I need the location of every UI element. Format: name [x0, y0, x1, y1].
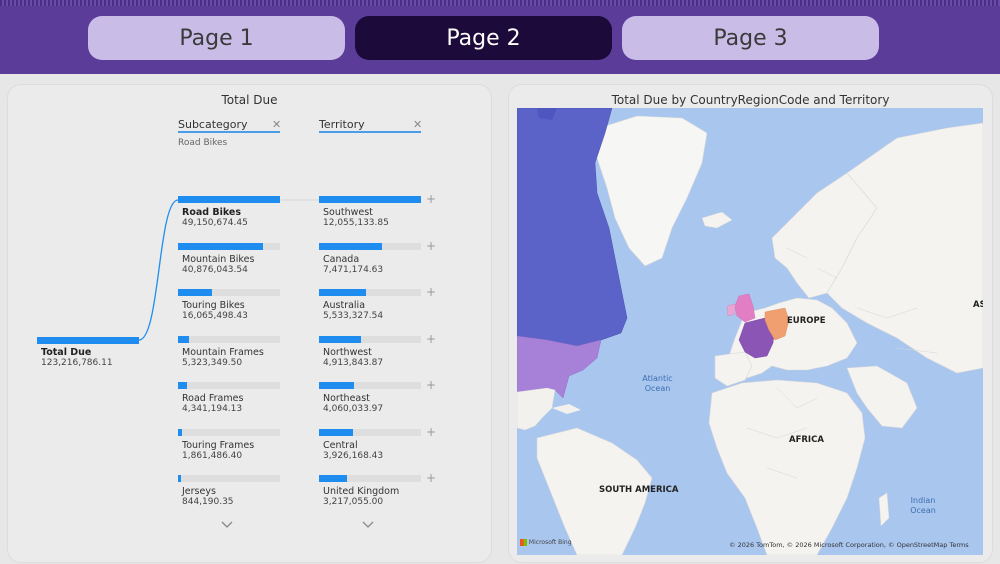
node-value: 4,913,843.87 — [323, 357, 384, 368]
node-bar-fill — [178, 428, 182, 436]
node-bar[interactable] — [178, 196, 280, 203]
root-value: 123,216,786.11 — [41, 358, 113, 368]
node-bar-fill — [178, 335, 189, 343]
node-value: 3,217,055.00 — [323, 497, 384, 507]
node-bar[interactable] — [319, 335, 421, 343]
node-value: 5,323,349.50 — [182, 357, 243, 368]
map-geography — [517, 108, 983, 555]
node-value: 16,065,498.43 — [182, 311, 248, 321]
node-bar[interactable] — [178, 335, 280, 343]
map-label-europe: EUROPE — [787, 316, 826, 326]
node-bar-fill — [319, 196, 421, 203]
node-bar-fill — [178, 382, 187, 389]
map-attribution[interactable]: © 2026 TomTom, © 2026 Microsoft Corporat… — [729, 541, 969, 549]
node-bar-fill — [178, 475, 181, 482]
node-bar[interactable] — [319, 475, 421, 482]
node-bar[interactable] — [319, 289, 421, 296]
node-value: 3,926,168.43 — [323, 450, 384, 461]
map-canvas[interactable]: EUROPE AFRICA SOUTH AMERICA AS Atlantic … — [517, 108, 983, 555]
map-label-asia: AS — [973, 300, 983, 310]
expand-plus-icon[interactable]: + — [426, 426, 436, 438]
expand-plus-icon[interactable]: + — [426, 472, 436, 484]
node-bar[interactable] — [178, 242, 280, 250]
node-value: 7,471,174.63 — [323, 264, 384, 275]
map-label-indian: Indian Ocean — [910, 496, 936, 515]
node-label: Australia — [323, 300, 366, 311]
node-label: Central — [323, 439, 358, 451]
node-bar[interactable] — [178, 289, 280, 296]
node-bar[interactable] — [319, 196, 421, 203]
node-bar[interactable] — [178, 382, 280, 389]
node-label: Touring Frames — [182, 439, 255, 451]
node-value: 4,341,194.13 — [182, 404, 243, 414]
node-label: Canada — [323, 253, 360, 265]
node-value: 1,861,486.40 — [182, 450, 243, 461]
map-label-south-america: SOUTH AMERICA — [599, 485, 679, 495]
node-label: Jerseys — [182, 486, 216, 497]
node-bar[interactable] — [178, 475, 280, 482]
node-bar-fill — [319, 289, 366, 296]
map-label-atlantic: Atlantic Ocean — [642, 374, 673, 393]
node-bar-fill — [319, 335, 361, 343]
node-bar-fill — [319, 242, 382, 250]
node-bar-fill — [178, 242, 263, 250]
node-bar[interactable] — [178, 428, 280, 436]
node-label: United Kingdom — [323, 486, 400, 497]
expand-plus-icon[interactable]: + — [426, 286, 436, 298]
node-bar[interactable] — [319, 242, 421, 250]
node-bar-fill — [178, 196, 280, 203]
node-label: Road Bikes — [182, 207, 242, 218]
node-label: Mountain Frames — [182, 346, 264, 358]
node-label: Southwest — [323, 207, 373, 218]
root-bar[interactable] — [37, 337, 139, 344]
expand-plus-icon[interactable]: + — [426, 379, 436, 391]
chevron-down-icon[interactable] — [220, 520, 234, 530]
expand-plus-icon[interactable]: + — [426, 240, 436, 252]
node-bar-fill — [319, 428, 353, 436]
root-label: Total Due — [41, 347, 92, 358]
expand-plus-icon[interactable]: + — [426, 193, 436, 205]
map-label-africa: AFRICA — [789, 435, 824, 445]
map-title: Total Due by CountryRegionCode and Terri… — [611, 93, 890, 107]
node-value: 5,533,327.54 — [323, 311, 384, 321]
node-label: Road Frames — [182, 393, 244, 404]
node-bar[interactable] — [319, 428, 421, 436]
node-value: 4,060,033.97 — [323, 404, 384, 414]
node-bar-fill — [319, 382, 354, 389]
node-label: Northeast — [323, 393, 370, 404]
node-label: Touring Bikes — [182, 300, 245, 311]
node-bar[interactable] — [319, 382, 421, 389]
node-value: 12,055,133.85 — [323, 218, 389, 228]
expand-plus-icon[interactable]: + — [426, 333, 436, 345]
node-bar-fill — [319, 475, 347, 482]
node-label: Northwest — [323, 346, 372, 358]
node-value: 49,150,674.45 — [182, 218, 248, 228]
root-bar-fill — [37, 337, 139, 344]
bing-label: Microsoft Bing — [528, 539, 572, 546]
bing-logo: Microsoft Bing — [520, 539, 572, 546]
node-bar-fill — [178, 289, 212, 296]
node-label: Mountain Bikes — [182, 253, 255, 265]
node-value: 40,876,043.54 — [182, 264, 248, 275]
node-value: 844,190.35 — [182, 497, 234, 507]
chevron-down-icon[interactable] — [361, 520, 375, 530]
